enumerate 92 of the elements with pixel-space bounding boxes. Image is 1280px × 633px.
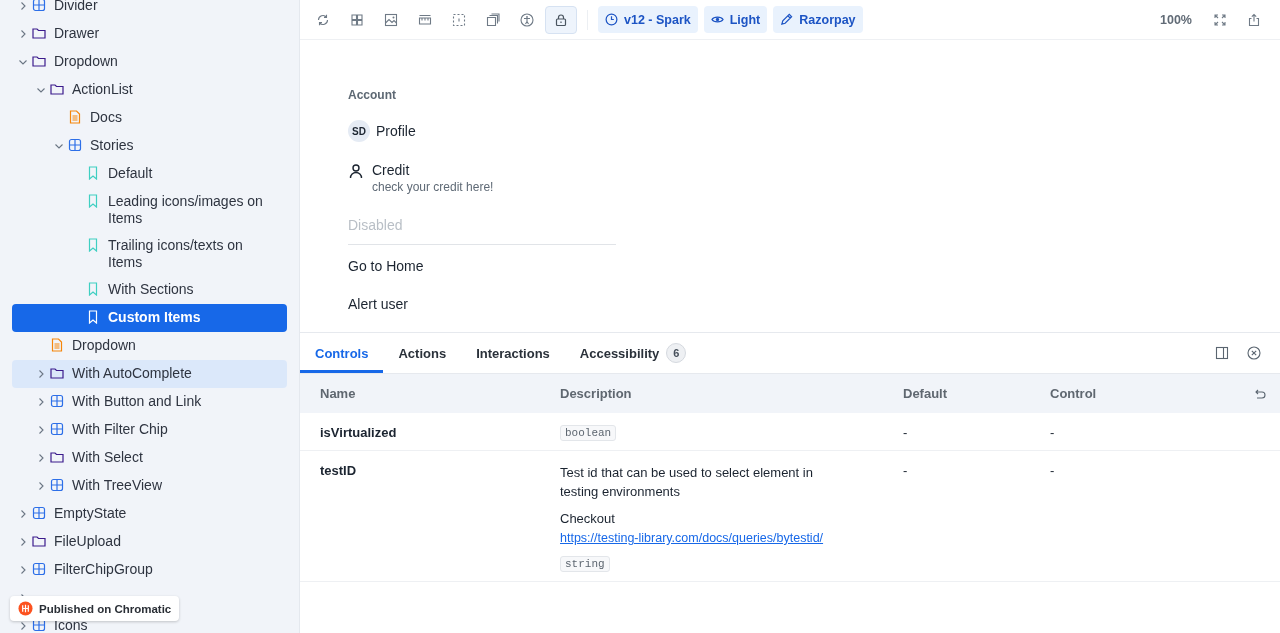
docs-link[interactable]: https://testing-library.com/docs/queries/bytestid/ [560, 531, 824, 545]
chromatic-toast[interactable]: Published on Chromatic [10, 596, 180, 621]
folder-icon [50, 82, 64, 96]
column-header: Control [1050, 386, 1098, 401]
toolbar-chip[interactable]: v12 - Spark [598, 6, 698, 33]
share-icon [1247, 12, 1261, 27]
tree-item[interactable]: With Sections [12, 276, 287, 304]
reload-icon [316, 12, 330, 27]
menu-item-label: Profile [376, 123, 416, 139]
tree-item[interactable]: With Filter Chip [12, 416, 287, 444]
tree-item[interactable]: With Button and Link [12, 388, 287, 416]
component-icon [32, 0, 46, 12]
component-icon [50, 422, 64, 436]
toolbar-chip[interactable]: Razorpay [773, 6, 863, 33]
component-icon [32, 618, 46, 632]
section-title: Account [348, 88, 397, 104]
column-header: Default [903, 386, 949, 401]
fullscreen-icon [1213, 12, 1227, 27]
component-icon [32, 562, 46, 576]
count-badge: 6 [666, 343, 687, 363]
type-tag: boolean [560, 425, 617, 441]
outline-icon [452, 12, 466, 27]
bookmark-icon [86, 238, 100, 252]
tree-item[interactable]: With TreeView [12, 472, 287, 500]
chromatic-logo-icon [18, 601, 33, 616]
panel-tab[interactable]: Interactions [461, 333, 565, 373]
avatar: SD [348, 120, 370, 142]
column-header: Name [320, 386, 357, 401]
tree-item[interactable]: Dropdown [12, 48, 287, 76]
folder-icon [32, 534, 46, 548]
tree-item[interactable]: FilterChipGroup [12, 556, 287, 584]
control-value: - [1050, 425, 1056, 441]
menu-item[interactable]: Credit check your credit here! [348, 150, 616, 206]
toolbar-button[interactable] [545, 5, 577, 34]
panel-tab[interactable]: Accessibility 6 [564, 333, 702, 373]
lock-icon [554, 12, 568, 27]
folder-icon [32, 26, 46, 40]
tree-item[interactable]: Custom Items [12, 304, 287, 332]
folder-icon [50, 366, 64, 380]
menu-item-label: Credit [372, 162, 411, 178]
checkout-text: Checkout [560, 511, 615, 526]
tree-item[interactable]: EmptyState [12, 500, 287, 528]
component-icon [68, 138, 82, 152]
bookmark-icon [86, 282, 100, 296]
bookmark-icon [86, 166, 100, 180]
menu-item[interactable]: SD Profile [348, 112, 616, 150]
tree-item[interactable]: With AutoComplete [12, 360, 287, 388]
folder-icon [50, 450, 64, 464]
close-icon [1247, 346, 1261, 360]
type-tag: string [560, 556, 610, 572]
document-icon [50, 338, 64, 352]
component-icon [32, 506, 46, 520]
toolbar-chip[interactable]: Light [703, 6, 768, 33]
zoom-level: 100% [1160, 12, 1192, 27]
bookmark-icon [86, 310, 100, 324]
user-icon [348, 163, 364, 179]
default-value: - [903, 425, 909, 441]
control-value: - [1050, 463, 1056, 480]
pencil-icon [780, 13, 794, 26]
folder-icon [32, 54, 46, 68]
tree-item[interactable]: ActionList [12, 76, 287, 104]
sidebar-layout-icon [1215, 346, 1229, 360]
layers-icon [486, 12, 500, 27]
tree-item[interactable]: Docs [12, 104, 287, 132]
menu-item[interactable]: Alert user [348, 285, 616, 323]
menu-item-description: check your credit here! [372, 180, 494, 194]
bookmark-icon [86, 194, 100, 208]
column-header: Description [560, 386, 633, 401]
tree-item[interactable]: Dropdown [12, 332, 287, 360]
component-icon [50, 394, 64, 408]
prop-name: isVirtualized [320, 425, 398, 441]
tree-item[interactable]: Trailing icons/texts on Items [12, 232, 287, 276]
tree-item[interactable]: With Select [12, 444, 287, 472]
tree-item[interactable]: Leading icons/images on Items [12, 188, 287, 232]
clock-icon [605, 13, 618, 26]
ruler-icon [418, 12, 432, 27]
grid-icon [350, 12, 364, 27]
eye-icon [710, 13, 724, 26]
prop-name: testID [320, 463, 358, 480]
accessibility-icon [520, 12, 534, 27]
prop-description: Test id that can be used to select element in testing environments [560, 464, 814, 501]
image-icon [384, 12, 398, 27]
tree-item[interactable]: Drawer [12, 20, 287, 48]
tree-item[interactable]: Default [12, 160, 287, 188]
panel-tab[interactable]: Actions [383, 333, 462, 373]
document-icon [68, 110, 82, 124]
tree-item[interactable]: Stories [12, 132, 287, 160]
tree-item[interactable]: Divider [12, 0, 287, 20]
menu-item[interactable]: Go to Home [348, 247, 616, 285]
default-value: - [903, 463, 909, 480]
tree-item[interactable]: FileUpload [12, 528, 287, 556]
component-icon [50, 478, 64, 492]
